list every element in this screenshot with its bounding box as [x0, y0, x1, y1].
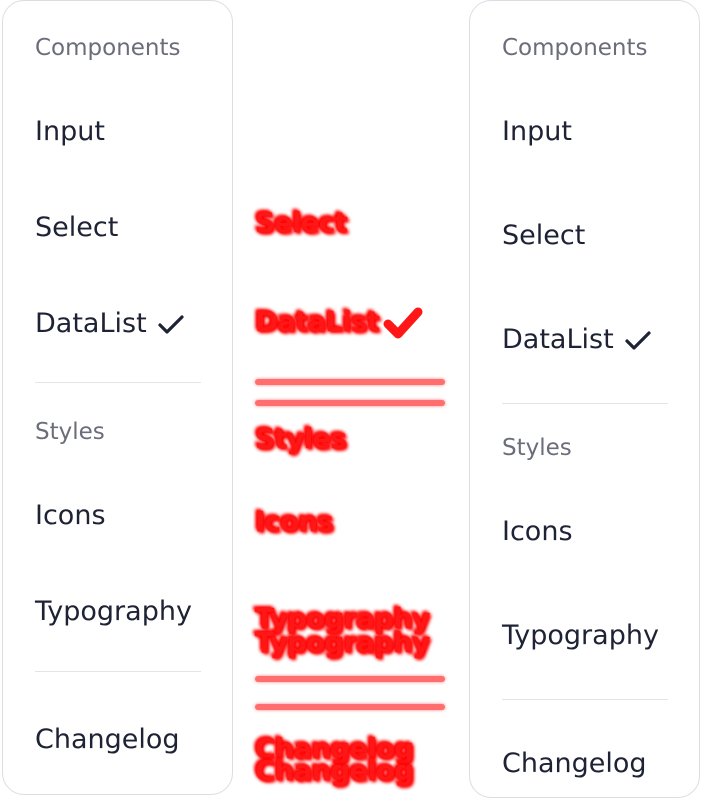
- menu-panel-left: Components Input Select DataList Styles …: [2, 0, 233, 795]
- menu-item-changelog[interactable]: Changelog: [35, 723, 180, 757]
- menu-item-icons[interactable]: Icons: [35, 499, 106, 533]
- menu-item-datalist-label: DataList: [502, 324, 614, 355]
- menu-item-datalist[interactable]: DataList: [35, 307, 185, 341]
- menu-item-datalist-label: DataList: [35, 308, 147, 339]
- section-divider: [35, 671, 201, 672]
- diff-item-icons: Icons: [255, 505, 334, 538]
- diff-item-datalist: DataList: [255, 305, 423, 340]
- diff-item-changelog-ghost: Changelog: [255, 754, 414, 787]
- section-heading-components: Components: [35, 35, 181, 61]
- diff-item-typography-ghost: Typography: [255, 626, 430, 659]
- menu-item-datalist[interactable]: DataList: [502, 323, 652, 357]
- menu-item-changelog[interactable]: Changelog: [502, 747, 647, 781]
- section-divider: [502, 699, 668, 700]
- check-icon: [158, 314, 184, 334]
- diff-item-select: Select: [255, 206, 348, 239]
- diff-divider: [255, 676, 445, 682]
- menu-panel-right: Components Input Select DataList Styles …: [469, 0, 700, 798]
- section-divider: [502, 403, 668, 404]
- diff-divider: [255, 379, 445, 385]
- section-heading-styles: Styles: [35, 419, 105, 445]
- section-divider: [35, 382, 201, 383]
- menu-item-input[interactable]: Input: [35, 115, 105, 149]
- diff-item-datalist-label: DataList: [255, 305, 380, 338]
- menu-item-select[interactable]: Select: [502, 219, 585, 253]
- menu-item-select[interactable]: Select: [35, 211, 118, 245]
- section-heading-components: Components: [502, 35, 648, 61]
- diff-check-icon: [383, 307, 423, 339]
- diff-divider: [255, 704, 445, 710]
- check-icon: [625, 330, 651, 350]
- diff-divider: [255, 400, 445, 406]
- menu-item-input[interactable]: Input: [502, 115, 572, 149]
- diff-item-styles: Styles: [255, 422, 347, 455]
- menu-item-typography[interactable]: Typography: [35, 595, 192, 629]
- menu-item-icons[interactable]: Icons: [502, 515, 573, 549]
- section-heading-styles: Styles: [502, 435, 572, 461]
- menu-item-typography[interactable]: Typography: [502, 619, 659, 653]
